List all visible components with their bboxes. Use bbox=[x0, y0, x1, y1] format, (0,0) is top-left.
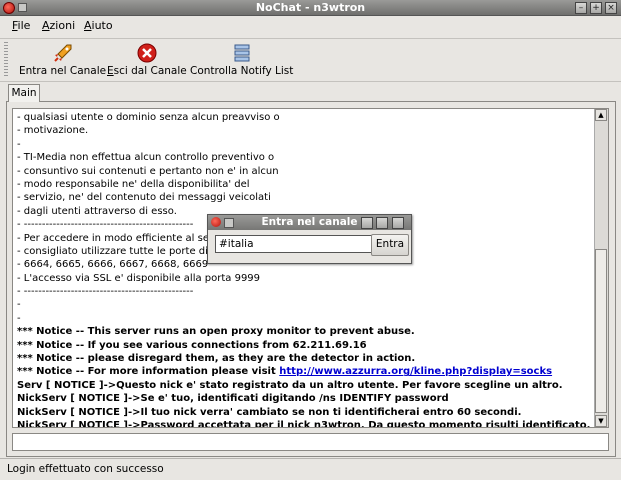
leave-channel-button[interactable]: Esci dal Canale bbox=[107, 43, 187, 77]
chat-line: NickServ [ NOTICE ]->Il tuo nick verra' … bbox=[17, 406, 592, 419]
chat-scrollbar[interactable]: ▲ ▼ bbox=[594, 109, 608, 427]
chat-line-text: - modo responsabile ne' della disponibil… bbox=[17, 178, 250, 190]
chat-line: - TI-Media non effettua alcun controllo … bbox=[17, 151, 592, 164]
chat-line: - bbox=[17, 312, 592, 325]
chat-line-text: - L'accesso via SSL e' disponibile alla … bbox=[17, 272, 261, 284]
status-bar: Login effettuato con successo bbox=[0, 458, 621, 480]
message-input[interactable] bbox=[12, 433, 609, 451]
chat-line: NickServ [ NOTICE ]->Se e' tuo, identifi… bbox=[17, 392, 592, 405]
maximize-button[interactable]: + bbox=[590, 2, 602, 14]
chat-line: - consuntivo sui contenuti e pertanto no… bbox=[17, 165, 592, 178]
status-text: Login effettuato con successo bbox=[7, 463, 164, 475]
chat-line: - L'accesso via SSL e' disponibile alla … bbox=[17, 272, 592, 285]
chat-line-text: Serv [ NOTICE ]->Questo nick e' stato re… bbox=[17, 379, 563, 391]
chat-line: - motivazione. bbox=[17, 124, 592, 137]
chat-line-text: *** Notice -- please disregard them, as … bbox=[17, 353, 416, 365]
chat-line-text: *** Notice -- If you see various connect… bbox=[17, 339, 367, 351]
chat-line-text: - dagli utenti attraverso di esso. bbox=[17, 205, 177, 217]
scrollbar-thumb[interactable] bbox=[595, 249, 607, 413]
join-button[interactable]: Entra bbox=[371, 234, 409, 256]
rocket-icon bbox=[53, 43, 73, 63]
window-title: NoChat - n3wtron bbox=[255, 1, 366, 14]
chat-line-text: - motivazione. bbox=[17, 125, 89, 137]
chat-line: NickServ [ NOTICE ]->Password accettata … bbox=[17, 419, 592, 428]
title-bar[interactable]: NoChat - n3wtron – + × bbox=[0, 0, 621, 16]
chat-line: *** Notice -- If you see various connect… bbox=[17, 339, 592, 352]
chat-line-text: - qualsiasi utente o dominio senza alcun… bbox=[17, 112, 280, 123]
chat-line-text: - 6664, 6665, 6666, 6667, 6668, 6669 bbox=[17, 259, 209, 271]
tab-main[interactable]: Main bbox=[8, 84, 40, 102]
chat-line: *** Notice -- This server runs an open p… bbox=[17, 325, 592, 338]
chat-line: *** Notice -- For more information pleas… bbox=[17, 365, 592, 378]
chat-line: - --------------------------------------… bbox=[17, 285, 592, 298]
chat-log[interactable]: - qualsiasi utente o dominio senza alcun… bbox=[12, 108, 609, 428]
chat-line: - servizio, ne' del contenuto dei messag… bbox=[17, 191, 592, 204]
dialog-minimize-button[interactable] bbox=[361, 217, 373, 229]
chat-line: - modo responsabile ne' della disponibil… bbox=[17, 178, 592, 191]
chat-line: - bbox=[17, 298, 592, 311]
chat-line-text: - Per accedere in modo efficiente al ser… bbox=[17, 232, 236, 244]
dialog-title-bar[interactable]: Entra nel canale bbox=[208, 215, 411, 230]
chat-line-text: *** Notice -- For more information pleas… bbox=[17, 366, 280, 378]
chat-line: *** Notice -- please disregard them, as … bbox=[17, 352, 592, 365]
chat-line: - qualsiasi utente o dominio senza alcun… bbox=[17, 111, 592, 124]
dialog-close-button[interactable] bbox=[392, 217, 404, 229]
chat-line-text: - bbox=[17, 138, 21, 150]
chat-line-text: - consuntivo sui contenuti e pertanto no… bbox=[17, 165, 279, 177]
toolbar: Entra nel Canale Esci dal Canale Control… bbox=[0, 38, 621, 82]
chat-line-text: - --------------------------------------… bbox=[17, 286, 194, 298]
close-button[interactable]: × bbox=[605, 2, 617, 14]
chat-line-text: *** Notice -- This server runs an open p… bbox=[17, 326, 415, 338]
menu-azioni[interactable]: Azioni bbox=[42, 19, 75, 32]
chat-link[interactable]: http://www.azzurra.org/kline.php?display… bbox=[279, 366, 552, 377]
scroll-up-arrow-icon[interactable]: ▲ bbox=[595, 109, 607, 121]
list-icon bbox=[232, 43, 252, 63]
notify-list-button[interactable]: Controlla Notify List bbox=[190, 43, 293, 77]
dialog-maximize-button[interactable] bbox=[376, 217, 388, 229]
menu-aiuto[interactable]: Aiuto bbox=[84, 19, 113, 32]
scroll-down-arrow-icon[interactable]: ▼ bbox=[595, 415, 607, 427]
stop-icon bbox=[137, 43, 157, 63]
chat-line-text: - bbox=[17, 312, 21, 324]
chat-line-text: NickServ [ NOTICE ]->Password accettata … bbox=[17, 419, 591, 428]
chat-line-text: NickServ [ NOTICE ]->Se e' tuo, identifi… bbox=[17, 393, 449, 405]
minimize-button[interactable]: – bbox=[575, 2, 587, 14]
join-channel-button[interactable]: Entra nel Canale bbox=[19, 43, 106, 77]
chat-line-text: NickServ [ NOTICE ]->Il tuo nick verra' … bbox=[17, 406, 522, 418]
chat-line-text: - TI-Media non effettua alcun controllo … bbox=[17, 152, 275, 164]
chat-lines: - qualsiasi utente o dominio senza alcun… bbox=[17, 111, 592, 428]
menu-bar: File Azioni Aiuto bbox=[0, 16, 621, 36]
toolbar-grip[interactable] bbox=[4, 42, 8, 78]
chat-line: - bbox=[17, 138, 592, 151]
chat-line-text: - bbox=[17, 299, 21, 311]
chat-line-text: - servizio, ne' del contenuto dei messag… bbox=[17, 192, 271, 204]
chat-line: Serv [ NOTICE ]->Questo nick e' stato re… bbox=[17, 379, 592, 392]
channel-name-input[interactable] bbox=[215, 235, 375, 253]
chat-line-text: - --------------------------------------… bbox=[17, 219, 194, 231]
join-channel-dialog: Entra nel canale Entra bbox=[207, 214, 412, 264]
menu-file[interactable]: File bbox=[12, 19, 30, 32]
